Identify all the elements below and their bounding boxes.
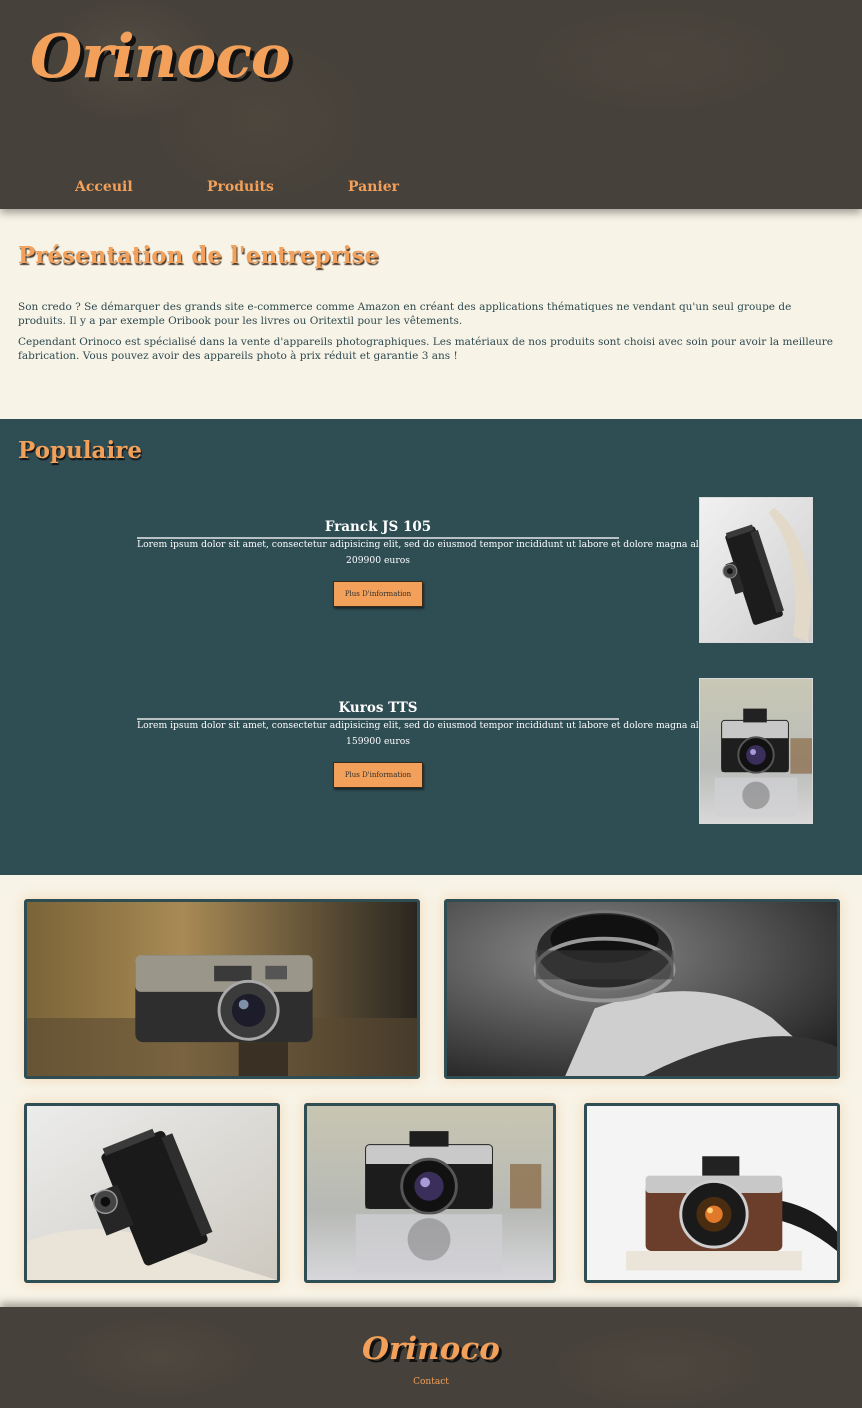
populaire-title: Populaire [18,437,142,464]
gallery-image-brown-camera[interactable] [584,1103,840,1283]
product-card: Franck JS 105 Lorem ipsum dolor sit amet… [0,497,862,643]
product-card: Kuros TTS Lorem ipsum dolor sit amet, co… [0,678,862,824]
site-logo[interactable]: Orinoco [30,22,291,92]
populaire-section: Populaire Franck JS 105 Lorem ipsum dolo… [0,419,862,875]
gallery-section [0,875,862,1307]
nav-item-panier[interactable]: Panier [348,179,399,195]
gallery-image-vintage-camera[interactable] [24,899,420,1079]
main-nav: Acceuil Produits Panier [0,179,460,199]
gallery-image-lens-closeup[interactable] [444,899,840,1079]
product-description: Lorem ipsum dolor sit amet, consectetur … [137,720,722,731]
product-image-minolta-camera[interactable] [699,678,813,824]
more-info-button[interactable]: Plus D'information [333,762,423,788]
product-description: Lorem ipsum dolor sit amet, consectetur … [137,539,722,550]
contact-link[interactable]: Contact [0,1377,862,1387]
product-name: Kuros TTS [137,700,619,720]
footer-logo[interactable]: Orinoco [0,1331,862,1367]
nav-item-acceuil[interactable]: Acceuil [75,179,133,195]
product-price: 209900 euros [346,555,410,566]
product-price: 159900 euros [346,736,410,747]
product-name: Franck JS 105 [137,519,619,539]
nav-item-produits[interactable]: Produits [207,179,274,195]
presentation-paragraph: Cependant Orinoco est spécialisé dans la… [18,336,833,362]
presentation-section: Présentation de l'entreprise Son credo ?… [0,209,862,419]
site-footer: Orinoco Contact [0,1307,862,1408]
more-info-button[interactable]: Plus D'information [333,581,423,607]
site-header: Orinoco Acceuil Produits Panier [0,0,862,209]
presentation-title: Présentation de l'entreprise [18,242,380,269]
product-image-folding-camera[interactable] [699,497,813,643]
gallery-image-folding-camera[interactable] [24,1103,280,1283]
presentation-paragraph: Son credo ? Se démarquer des grands site… [18,301,792,327]
gallery-image-minolta-camera[interactable] [304,1103,556,1283]
